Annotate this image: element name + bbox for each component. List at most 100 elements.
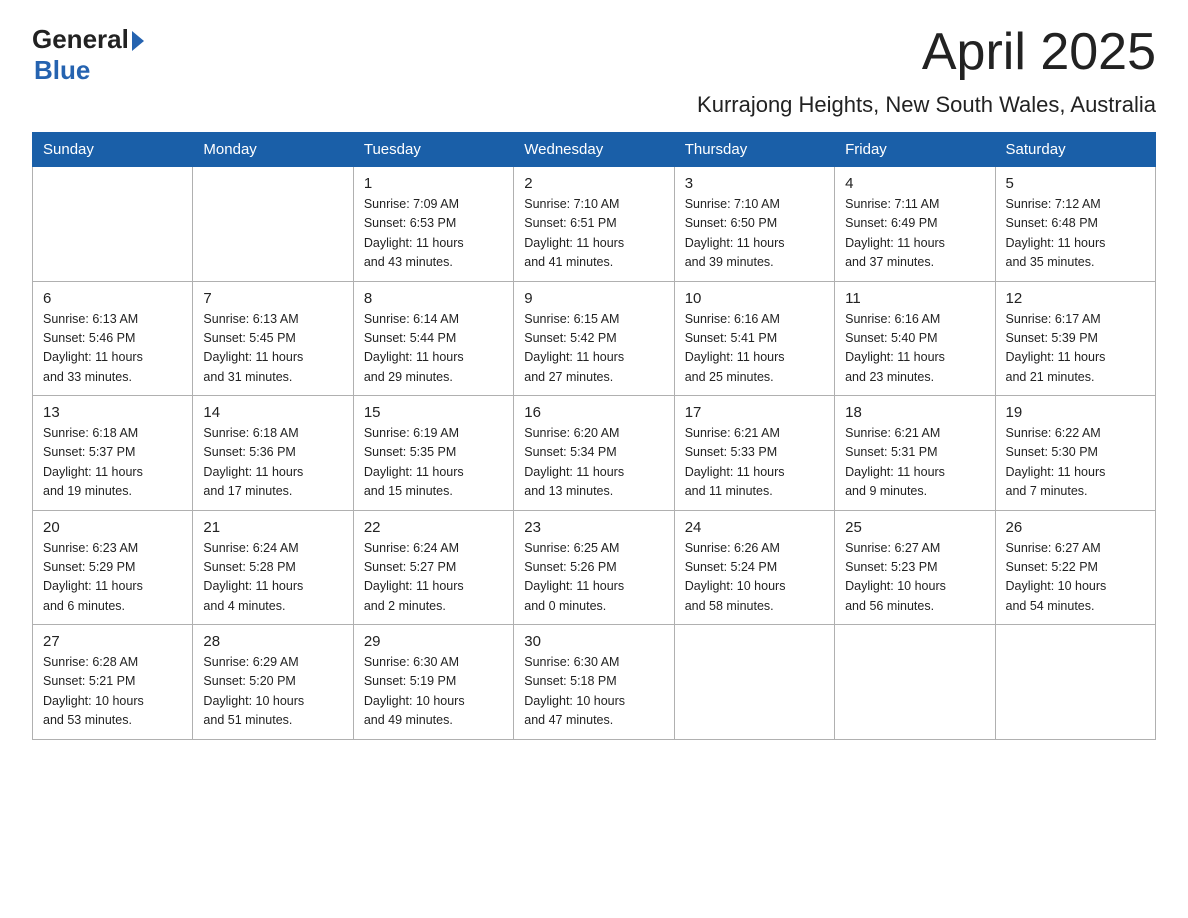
day-number: 27	[43, 633, 182, 650]
calendar-table: SundayMondayTuesdayWednesdayThursdayFrid…	[32, 132, 1156, 740]
day-info: Sunrise: 7:11 AM Sunset: 6:49 PM Dayligh…	[845, 195, 984, 273]
calendar-cell	[33, 167, 193, 282]
day-number: 5	[1006, 175, 1145, 192]
calendar-cell: 12 Sunrise: 6:17 AM Sunset: 5:39 PM Dayli…	[995, 281, 1155, 396]
day-info: Sunrise: 6:27 AM Sunset: 5:22 PM Dayligh…	[1006, 539, 1145, 617]
day-info: Sunrise: 6:22 AM Sunset: 5:30 PM Dayligh…	[1006, 424, 1145, 502]
day-number: 4	[845, 175, 984, 192]
col-header-monday: Monday	[193, 133, 353, 167]
day-number: 29	[364, 633, 503, 650]
day-number: 22	[364, 519, 503, 536]
calendar-cell: 14 Sunrise: 6:18 AM Sunset: 5:36 PM Dayli…	[193, 396, 353, 511]
day-number: 20	[43, 519, 182, 536]
calendar-cell	[995, 625, 1155, 740]
day-info: Sunrise: 6:30 AM Sunset: 5:18 PM Dayligh…	[524, 653, 663, 731]
calendar-cell: 4 Sunrise: 7:11 AM Sunset: 6:49 PM Daylig…	[835, 167, 995, 282]
day-number: 2	[524, 175, 663, 192]
calendar-cell: 9 Sunrise: 6:15 AM Sunset: 5:42 PM Daylig…	[514, 281, 674, 396]
day-number: 7	[203, 290, 342, 307]
calendar-cell: 3Sunrise: 7:10 AM Sunset: 6:50 PM Daylig…	[674, 167, 834, 282]
day-number: 24	[685, 519, 824, 536]
calendar-cell: 30 Sunrise: 6:30 AM Sunset: 5:18 PM Dayli…	[514, 625, 674, 740]
calendar-cell	[835, 625, 995, 740]
calendar-cell: 28 Sunrise: 6:29 AM Sunset: 5:20 PM Dayli…	[193, 625, 353, 740]
calendar-cell: 21 Sunrise: 6:24 AM Sunset: 5:28 PM Dayli…	[193, 510, 353, 625]
day-info: Sunrise: 6:13 AM Sunset: 5:46 PM Dayligh…	[43, 310, 182, 388]
day-info: Sunrise: 6:16 AM Sunset: 5:40 PM Dayligh…	[845, 310, 984, 388]
calendar-cell: 25 Sunrise: 6:27 AM Sunset: 5:23 PM Dayli…	[835, 510, 995, 625]
day-info: Sunrise: 6:19 AM Sunset: 5:35 PM Dayligh…	[364, 424, 503, 502]
calendar-cell: 20 Sunrise: 6:23 AM Sunset: 5:29 PM Dayli…	[33, 510, 193, 625]
col-header-saturday: Saturday	[995, 133, 1155, 167]
calendar-cell: 6 Sunrise: 6:13 AM Sunset: 5:46 PM Daylig…	[33, 281, 193, 396]
day-number: 19	[1006, 404, 1145, 421]
logo-arrow-icon	[132, 31, 144, 51]
calendar-cell: 26Sunrise: 6:27 AM Sunset: 5:22 PM Dayli…	[995, 510, 1155, 625]
day-number: 30	[524, 633, 663, 650]
calendar-cell: 10 Sunrise: 6:16 AM Sunset: 5:41 PM Dayli…	[674, 281, 834, 396]
day-info: Sunrise: 6:14 AM Sunset: 5:44 PM Dayligh…	[364, 310, 503, 388]
day-info: Sunrise: 7:12 AM Sunset: 6:48 PM Dayligh…	[1006, 195, 1145, 273]
calendar-cell: 15Sunrise: 6:19 AM Sunset: 5:35 PM Dayli…	[353, 396, 513, 511]
day-number: 18	[845, 404, 984, 421]
day-info: Sunrise: 7:10 AM Sunset: 6:50 PM Dayligh…	[685, 195, 824, 273]
calendar-cell: 23Sunrise: 6:25 AM Sunset: 5:26 PM Dayli…	[514, 510, 674, 625]
month-title: April 2025	[922, 24, 1156, 81]
day-number: 14	[203, 404, 342, 421]
calendar-cell: 18 Sunrise: 6:21 AM Sunset: 5:31 PM Dayli…	[835, 396, 995, 511]
calendar-cell: 16 Sunrise: 6:20 AM Sunset: 5:34 PM Dayli…	[514, 396, 674, 511]
day-number: 21	[203, 519, 342, 536]
day-info: Sunrise: 6:23 AM Sunset: 5:29 PM Dayligh…	[43, 539, 182, 617]
calendar-cell: 27 Sunrise: 6:28 AM Sunset: 5:21 PM Dayli…	[33, 625, 193, 740]
logo: General Blue	[32, 24, 144, 86]
col-header-tuesday: Tuesday	[353, 133, 513, 167]
day-info: Sunrise: 6:21 AM Sunset: 5:31 PM Dayligh…	[845, 424, 984, 502]
day-info: Sunrise: 6:25 AM Sunset: 5:26 PM Dayligh…	[524, 539, 663, 617]
logo-blue-text: Blue	[34, 55, 144, 86]
day-number: 9	[524, 290, 663, 307]
day-number: 16	[524, 404, 663, 421]
day-info: Sunrise: 6:24 AM Sunset: 5:27 PM Dayligh…	[364, 539, 503, 617]
day-info: Sunrise: 6:16 AM Sunset: 5:41 PM Dayligh…	[685, 310, 824, 388]
location-subtitle: Kurrajong Heights, New South Wales, Aust…	[32, 92, 1156, 118]
day-info: Sunrise: 6:15 AM Sunset: 5:42 PM Dayligh…	[524, 310, 663, 388]
day-info: Sunrise: 7:10 AM Sunset: 6:51 PM Dayligh…	[524, 195, 663, 273]
day-info: Sunrise: 6:18 AM Sunset: 5:36 PM Dayligh…	[203, 424, 342, 502]
calendar-cell	[674, 625, 834, 740]
day-number: 28	[203, 633, 342, 650]
title-area: April 2025	[922, 24, 1156, 81]
day-info: Sunrise: 6:26 AM Sunset: 5:24 PM Dayligh…	[685, 539, 824, 617]
day-info: Sunrise: 6:27 AM Sunset: 5:23 PM Dayligh…	[845, 539, 984, 617]
calendar-cell: 1 Sunrise: 7:09 AM Sunset: 6:53 PM Daylig…	[353, 167, 513, 282]
day-number: 10	[685, 290, 824, 307]
col-header-friday: Friday	[835, 133, 995, 167]
day-info: Sunrise: 7:09 AM Sunset: 6:53 PM Dayligh…	[364, 195, 503, 273]
day-number: 25	[845, 519, 984, 536]
header: General Blue April 2025	[32, 24, 1156, 86]
day-info: Sunrise: 6:24 AM Sunset: 5:28 PM Dayligh…	[203, 539, 342, 617]
calendar-cell: 8 Sunrise: 6:14 AM Sunset: 5:44 PM Daylig…	[353, 281, 513, 396]
day-number: 1	[364, 175, 503, 192]
day-number: 17	[685, 404, 824, 421]
col-header-thursday: Thursday	[674, 133, 834, 167]
calendar-cell: 2 Sunrise: 7:10 AM Sunset: 6:51 PM Daylig…	[514, 167, 674, 282]
day-number: 13	[43, 404, 182, 421]
day-info: Sunrise: 6:29 AM Sunset: 5:20 PM Dayligh…	[203, 653, 342, 731]
day-number: 6	[43, 290, 182, 307]
day-info: Sunrise: 6:28 AM Sunset: 5:21 PM Dayligh…	[43, 653, 182, 731]
day-number: 11	[845, 290, 984, 307]
day-number: 8	[364, 290, 503, 307]
day-info: Sunrise: 6:20 AM Sunset: 5:34 PM Dayligh…	[524, 424, 663, 502]
day-info: Sunrise: 6:17 AM Sunset: 5:39 PM Dayligh…	[1006, 310, 1145, 388]
calendar-cell: 17Sunrise: 6:21 AM Sunset: 5:33 PM Dayli…	[674, 396, 834, 511]
calendar-cell: 24 Sunrise: 6:26 AM Sunset: 5:24 PM Dayli…	[674, 510, 834, 625]
calendar-cell	[193, 167, 353, 282]
calendar-cell: 7 Sunrise: 6:13 AM Sunset: 5:45 PM Daylig…	[193, 281, 353, 396]
logo-general-text: General	[32, 24, 129, 55]
calendar-cell: 29Sunrise: 6:30 AM Sunset: 5:19 PM Dayli…	[353, 625, 513, 740]
day-info: Sunrise: 6:13 AM Sunset: 5:45 PM Dayligh…	[203, 310, 342, 388]
calendar-cell: 19 Sunrise: 6:22 AM Sunset: 5:30 PM Dayli…	[995, 396, 1155, 511]
col-header-wednesday: Wednesday	[514, 133, 674, 167]
day-number: 12	[1006, 290, 1145, 307]
col-header-sunday: Sunday	[33, 133, 193, 167]
